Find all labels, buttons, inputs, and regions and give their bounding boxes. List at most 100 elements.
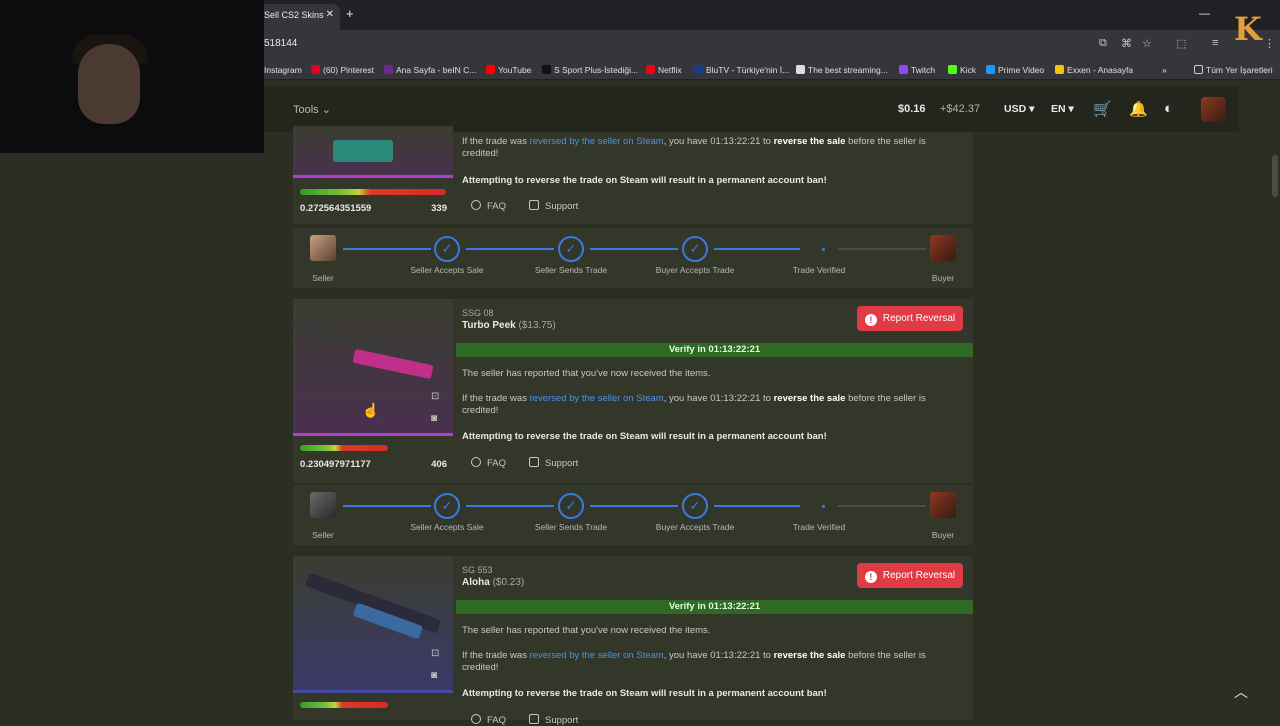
user-avatar[interactable] [1201, 97, 1226, 122]
help-icon [471, 457, 481, 467]
report-reversal-button[interactable]: ! Report Reversal [857, 563, 963, 588]
netflix-icon [646, 65, 655, 74]
webcam-face [78, 44, 140, 124]
faq-label: FAQ [487, 201, 507, 212]
ban-warning: Attempting to reverse the trade on Steam… [462, 175, 827, 186]
prime-video-icon [986, 65, 995, 74]
text: , you have 01:13:22:21 to [663, 650, 774, 661]
chat-icon [529, 200, 539, 210]
currency-select[interactable]: USD ▾ [1004, 103, 1034, 115]
bookmark-kick[interactable]: Kick [948, 65, 976, 75]
faq-button[interactable]: FAQ [471, 714, 506, 726]
close-tab-icon[interactable]: ✕ [326, 9, 334, 20]
support-label: Support [545, 715, 579, 726]
bookmark-youtube[interactable]: YouTube [486, 65, 531, 75]
bookmark-twitch[interactable]: Twitch [899, 65, 935, 75]
faq-button[interactable]: FAQ [471, 457, 506, 469]
float-bar [300, 702, 388, 708]
bookmark-label: Instagram [264, 65, 302, 75]
balance-delta: +$42.37 [940, 103, 981, 115]
hand-cursor-icon: ☝ [362, 402, 380, 418]
bookmark-bein[interactable]: Ana Sayfa - beIN C... [384, 65, 476, 75]
steam-reverse-link[interactable]: reversed by the seller on Steam [530, 393, 664, 404]
install-icon[interactable]: ⧉ [1099, 37, 1107, 50]
chat-icon [529, 714, 539, 724]
steam-reverse-link[interactable]: reversed by the seller on Steam [530, 650, 664, 661]
language-label: EN [1051, 103, 1066, 115]
text: If the trade was [462, 393, 530, 404]
verify-countdown: Verify in 01:13:22:21 [456, 600, 973, 614]
report-reversal-button[interactable]: ! Report Reversal [857, 306, 963, 331]
more-bookmarks-icon[interactable]: » [1162, 65, 1167, 75]
url-input[interactable]: 518144 [264, 38, 297, 49]
float-value: 0.230497971177 [300, 459, 371, 470]
bookmark-instagram[interactable]: Instagram [264, 65, 302, 75]
bookmark-blutv[interactable]: BluTV - Türkiye'nin İ... [694, 65, 789, 75]
browser-tab[interactable]: Sell CS2 Skins ✕ [258, 4, 340, 30]
bookmark-all[interactable]: Tüm Yer İşaretleri [1194, 65, 1273, 75]
media-icon[interactable]: ≡ [1212, 37, 1218, 49]
support-button[interactable]: Support [529, 200, 578, 212]
check-icon: ✓ [558, 236, 584, 262]
scroll-to-top-icon[interactable]: ︿ [1234, 682, 1248, 702]
float-bar [300, 189, 446, 195]
step-label: Seller [312, 530, 334, 540]
bookmark-label: Tüm Yer İşaretleri [1206, 65, 1273, 75]
check-icon: ✓ [558, 493, 584, 519]
step-connector [466, 248, 554, 250]
tools-menu[interactable]: Tools ⌄ [293, 103, 331, 116]
float-bar [300, 445, 388, 451]
new-tab-icon[interactable]: + [346, 6, 354, 21]
extensions-icon[interactable]: ⬚ [1176, 37, 1186, 50]
item-price: ($0.23) [492, 577, 525, 588]
folder-icon [1194, 65, 1203, 74]
inspect-icon[interactable]: ⊡ [431, 391, 439, 402]
minimize-icon[interactable]: — [1199, 8, 1210, 20]
bookmark-prime[interactable]: Prime Video [986, 65, 1044, 75]
bookmark-netflix[interactable]: Netflix [646, 65, 682, 75]
menu-icon[interactable]: ⋮ [1264, 37, 1275, 50]
language-select[interactable]: EN ▾ [1051, 103, 1074, 115]
step-label: Buyer [931, 273, 955, 283]
tab-title: Sell CS2 Skins [264, 10, 324, 20]
bookmark-pinterest[interactable]: (60) Pinterest [311, 65, 374, 75]
palette-icon[interactable]: ◐ [1164, 100, 1173, 117]
chat-icon [529, 457, 539, 467]
item-type: SSG 08 [462, 308, 494, 318]
translate-icon[interactable]: ⌘ [1121, 37, 1132, 50]
bookmark-star-icon[interactable]: ☆ [1142, 37, 1152, 50]
pattern-seed: 406 [431, 459, 447, 470]
cart-icon[interactable]: 🛒 [1093, 100, 1112, 118]
item-type: SG 553 [462, 565, 493, 575]
step-label: Buyer [931, 530, 955, 540]
faq-label: FAQ [487, 458, 507, 469]
step-connector [590, 248, 678, 250]
check-icon: ✓ [682, 493, 708, 519]
text: , you have 01:13:22:21 to [663, 393, 774, 404]
step-dot [822, 505, 825, 508]
camera-icon[interactable]: ◙ [431, 413, 437, 424]
trade-card: ⊡ ◙ SG 553 Aloha ($0.23) ! Report Reversa… [293, 556, 973, 726]
step-connector [714, 505, 800, 507]
page-scrollbar[interactable] [1272, 155, 1278, 197]
bookmark-streaming[interactable]: The best streaming... [796, 65, 888, 75]
bell-icon[interactable]: 🔔 [1129, 100, 1148, 118]
reverse-notice: If the trade was reversed by the seller … [462, 650, 952, 674]
support-button[interactable]: Support [529, 714, 578, 726]
inspect-icon[interactable]: ⊡ [431, 648, 439, 659]
support-button[interactable]: Support [529, 457, 578, 469]
check-icon: ✓ [434, 493, 460, 519]
faq-button[interactable]: FAQ [471, 200, 506, 212]
steam-reverse-link[interactable]: reversed by the seller on Steam [530, 136, 664, 147]
item-name-text: Turbo Peek [462, 320, 516, 331]
twitch-icon [899, 65, 908, 74]
bookmark-exxen[interactable]: Exxen - Anasayfa [1055, 65, 1133, 75]
help-icon [471, 200, 481, 210]
text: , you have 01:13:22:21 to [663, 136, 774, 147]
camera-icon[interactable]: ◙ [431, 670, 437, 681]
bookmark-ssport[interactable]: S Sport Plus-İstediği... [542, 65, 638, 75]
support-label: Support [545, 201, 579, 212]
item-image [293, 126, 453, 178]
tools-label: Tools [293, 104, 319, 116]
verify-countdown: Verify in 01:13:22:21 [456, 343, 973, 357]
